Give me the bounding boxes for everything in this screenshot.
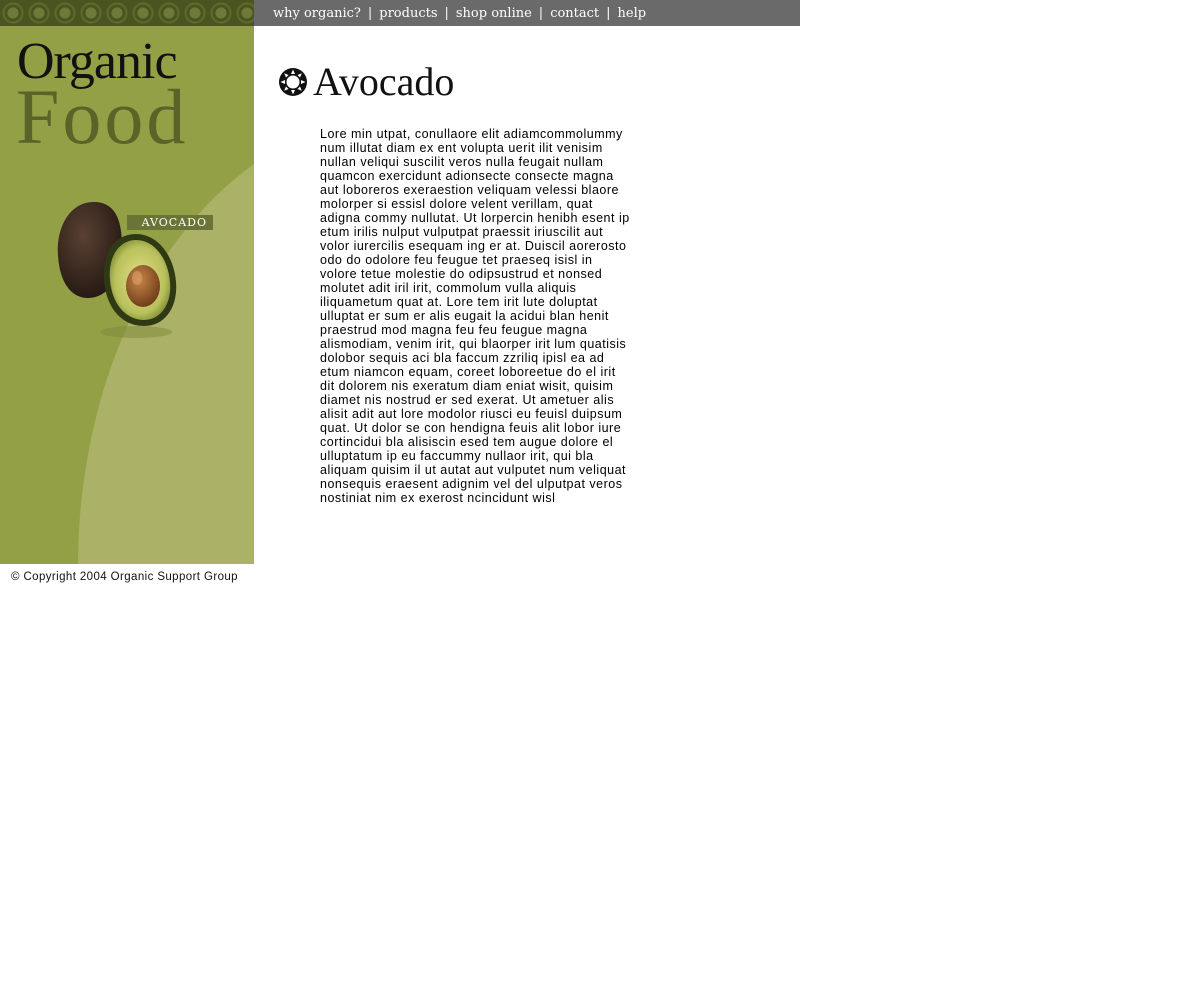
nav-link-why-organic[interactable]: why organic? [273,6,361,21]
nav-separator: | [444,5,449,21]
sidebar-panel: Organic Food AVOCADO [0,26,254,564]
top-navigation: why organic? | products | shop online | … [254,0,800,26]
nav-link-help[interactable]: help [618,6,647,21]
brand-title-food: Food [16,73,189,160]
header-decorative-pattern [0,0,254,26]
product-label-tag[interactable]: AVOCADO [127,215,213,230]
page-title: Avocado [313,59,455,104]
nav-link-shop-online[interactable]: shop online [456,6,532,21]
nav-separator: | [367,5,373,21]
article-body-text: Lore min utpat, conullaore elit adiamcom… [320,127,630,505]
nav-link-products[interactable]: products [379,6,437,21]
nav-separator: | [606,5,611,21]
sun-icon [279,68,307,96]
nav-separator: | [538,5,544,21]
nav-link-contact[interactable]: contact [550,6,599,21]
footer-copyright: © Copyright 2004 Organic Support Group [11,571,238,583]
page-heading: Avocado [278,62,454,102]
